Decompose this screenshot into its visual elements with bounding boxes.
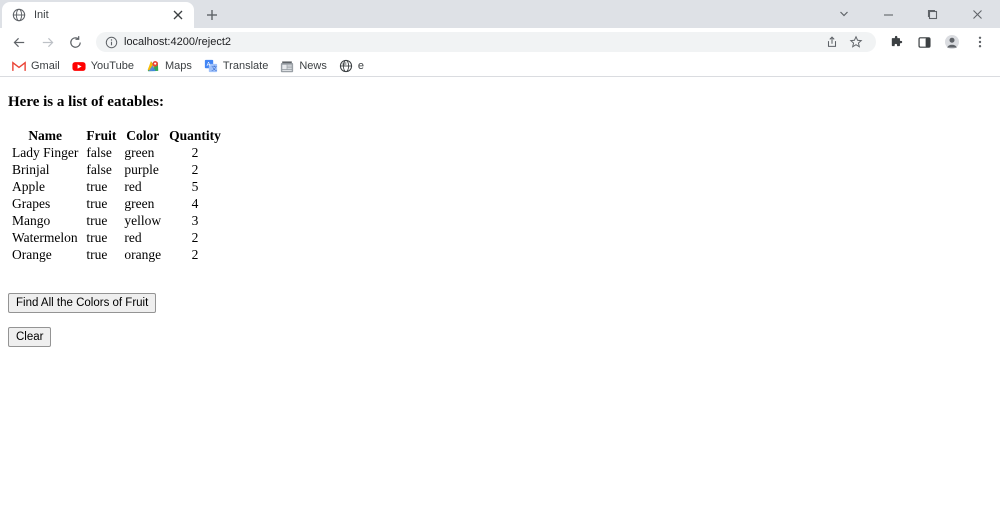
bookmark-translate[interactable]: A 文 Translate xyxy=(198,57,274,76)
table-row: Grapes true green 4 xyxy=(8,195,225,212)
table-row: Apple true red 5 xyxy=(8,178,225,195)
bookmark-label: YouTube xyxy=(90,60,134,72)
bookmark-label: Gmail xyxy=(31,60,60,72)
cell-quantity: 2 xyxy=(191,247,199,262)
cell-name: Mango xyxy=(12,213,51,228)
cell-name: Lady Finger xyxy=(12,145,79,160)
new-tab-button[interactable] xyxy=(198,2,226,28)
youtube-icon xyxy=(72,59,86,73)
table-body: Lady Finger false green 2 Brinjal false … xyxy=(8,144,225,263)
cell-color: green xyxy=(124,196,155,211)
cell-name: Grapes xyxy=(12,196,51,211)
cell-name: Watermelon xyxy=(12,230,78,245)
star-icon[interactable] xyxy=(845,31,867,53)
close-icon[interactable] xyxy=(170,7,186,23)
cell-fruit: true xyxy=(86,247,108,262)
cell-fruit: true xyxy=(86,179,108,194)
cell-fruit: false xyxy=(86,145,112,160)
avatar-icon[interactable] xyxy=(940,30,964,54)
globe-icon xyxy=(12,8,26,22)
clear-button-row: Clear xyxy=(8,327,992,347)
bookmark-label: News xyxy=(299,60,327,72)
bookmark-maps[interactable]: Maps xyxy=(140,57,198,76)
puzzle-icon[interactable] xyxy=(884,30,908,54)
cell-name: Apple xyxy=(12,179,45,194)
share-icon[interactable] xyxy=(821,31,843,53)
table-row: Watermelon true red 2 xyxy=(8,229,225,246)
table-row: Lady Finger false green 2 xyxy=(8,144,225,161)
info-icon[interactable] xyxy=(104,35,118,49)
table-row: Brinjal false purple 2 xyxy=(8,161,225,178)
column-header-fruit: Fruit xyxy=(86,128,117,143)
cell-name: Brinjal xyxy=(12,162,50,177)
cell-color: red xyxy=(124,179,142,194)
svg-text:文: 文 xyxy=(211,65,217,73)
cell-color: purple xyxy=(124,162,159,177)
tab-strip: Init xyxy=(0,0,1000,28)
table-row: Orange true orange 2 xyxy=(8,246,225,263)
cell-name: Orange xyxy=(12,247,52,262)
cell-color: red xyxy=(124,230,142,245)
eatables-table: Name Fruit Color Quantity Lady Finger fa… xyxy=(8,127,225,263)
window-controls xyxy=(822,0,1000,28)
cell-quantity: 4 xyxy=(191,196,199,211)
side-panel-icon[interactable] xyxy=(912,30,936,54)
reload-icon[interactable] xyxy=(62,29,88,55)
column-header-name: Name xyxy=(28,128,63,143)
cell-quantity: 2 xyxy=(191,162,199,177)
gmail-icon xyxy=(12,59,26,73)
bookmark-news[interactable]: News xyxy=(274,57,333,76)
tab-title: Init xyxy=(34,9,49,21)
page-title: Here is a list of eatables: xyxy=(8,94,164,110)
table-header-row: Name Fruit Color Quantity xyxy=(8,127,225,144)
find-colors-button[interactable]: Find All the Colors of Fruit xyxy=(8,293,157,313)
table-row: Mango true yellow 3 xyxy=(8,212,225,229)
bookmark-e[interactable]: e xyxy=(333,57,370,76)
bookmark-label: Translate xyxy=(222,60,269,72)
back-icon[interactable] xyxy=(6,29,32,55)
url-text: localhost:4200/reject2 xyxy=(124,36,232,48)
bookmark-label: e xyxy=(357,60,364,72)
svg-text:A: A xyxy=(207,62,211,68)
cell-quantity: 2 xyxy=(191,145,199,160)
column-header-color: Color xyxy=(126,128,160,143)
news-icon xyxy=(280,59,294,73)
cell-color: green xyxy=(124,145,155,160)
omnibox-actions xyxy=(820,31,868,53)
bookmarks-bar: Gmail YouTube Maps A 文 Translate News e xyxy=(0,56,1000,77)
cell-color: orange xyxy=(124,247,162,262)
maximize-button[interactable] xyxy=(910,0,954,28)
bookmark-gmail[interactable]: Gmail xyxy=(6,57,66,76)
translate-icon: A 文 xyxy=(204,59,218,73)
cell-quantity: 2 xyxy=(191,230,199,245)
cell-color: yellow xyxy=(124,213,162,228)
clear-button[interactable]: Clear xyxy=(8,327,52,347)
maps-icon xyxy=(146,59,160,73)
cell-fruit: false xyxy=(86,162,112,177)
column-header-quantity: Quantity xyxy=(169,128,221,143)
address-bar[interactable]: localhost:4200/reject2 xyxy=(96,32,876,52)
bookmark-label: Maps xyxy=(164,60,192,72)
toolbar-right-actions xyxy=(882,30,994,54)
cell-fruit: true xyxy=(86,196,108,211)
cell-quantity: 3 xyxy=(191,213,199,228)
browser-toolbar: localhost:4200/reject2 xyxy=(0,28,1000,56)
forward-icon[interactable] xyxy=(34,29,60,55)
three-dot-menu-icon[interactable] xyxy=(968,30,992,54)
cell-quantity: 5 xyxy=(191,179,199,194)
close-window-button[interactable] xyxy=(954,0,1000,28)
find-colors-button-row: Find All the Colors of Fruit xyxy=(8,293,992,313)
browser-window: Init localhost:4200/reject2 Gmail YouTub… xyxy=(0,0,1000,524)
bookmark-youtube[interactable]: YouTube xyxy=(66,57,140,76)
cell-fruit: true xyxy=(86,230,108,245)
globe-icon xyxy=(339,59,353,73)
browser-tab[interactable]: Init xyxy=(2,2,194,28)
tab-search-button[interactable] xyxy=(822,0,866,28)
cell-fruit: true xyxy=(86,213,108,228)
table-header: Name Fruit Color Quantity xyxy=(8,127,225,144)
minimize-button[interactable] xyxy=(866,0,910,28)
page-content: Here is a list of eatables: Name Fruit C… xyxy=(0,77,1000,524)
